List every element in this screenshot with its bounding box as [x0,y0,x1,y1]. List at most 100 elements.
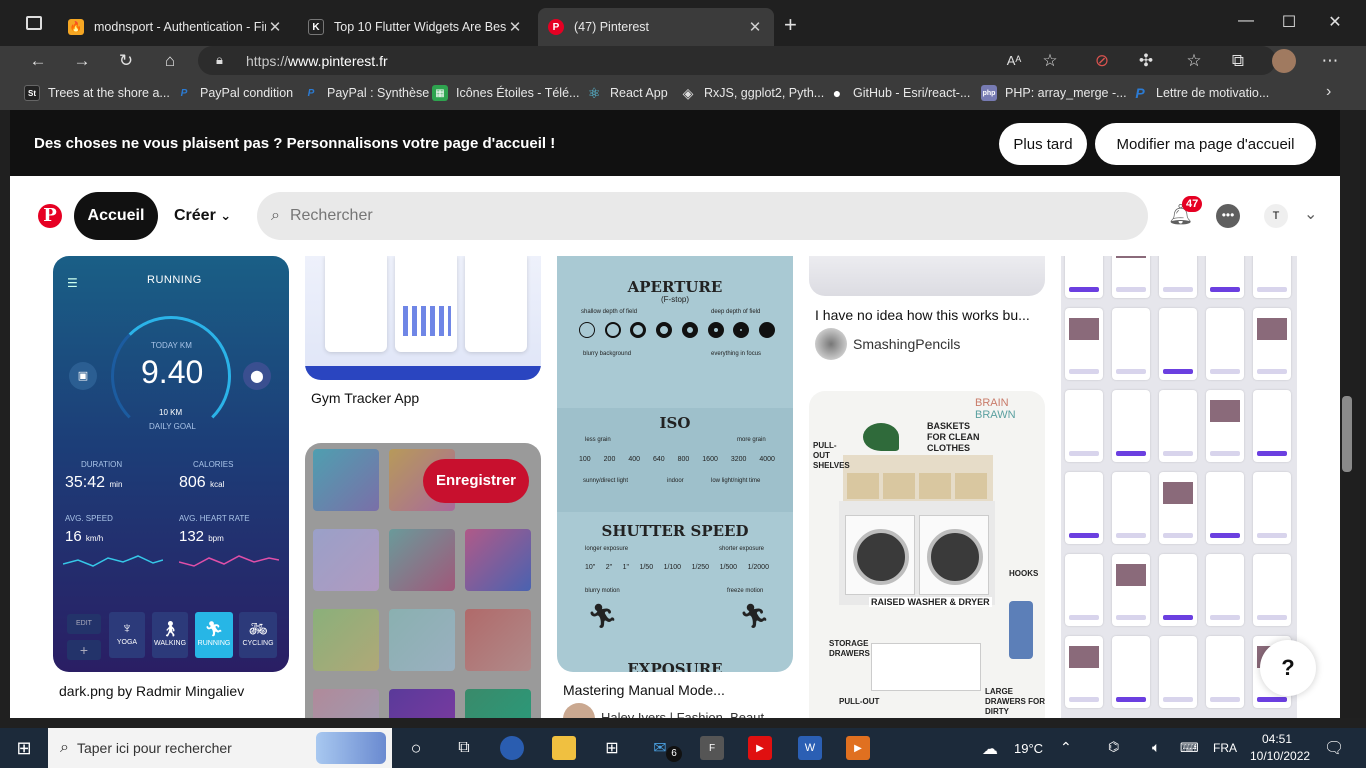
close-tab-icon[interactable]: ✕ [746,18,764,36]
cortana-icon[interactable]: ○ [404,736,428,760]
maximize-icon[interactable]: ☐ [1279,12,1299,32]
menu-icon: ☰ [67,276,78,290]
lock-icon[interactable]: 🔒︎ [216,52,223,68]
pin-smashing-title[interactable]: I have no idea how this works bu... [815,307,1030,323]
uikit-screen-button [1163,697,1193,702]
notification-count-badge: 47 [1182,196,1203,212]
more-menu-icon[interactable]: ⋯ [1316,50,1344,72]
uikit-screen-photo [1069,646,1099,668]
gym-phone-1 [325,256,387,352]
pin-smashing-author[interactable]: SmashingPencils [853,336,960,352]
user-avatar[interactable]: T [1264,204,1288,228]
close-tab-icon[interactable]: ✕ [266,18,284,36]
close-window-icon[interactable]: ✕ [1325,12,1345,32]
uikit-screen-button [1069,697,1099,702]
read-aloud-icon[interactable]: Aᴬ [1000,50,1028,72]
pin-photo-author[interactable]: Haley Ivers | Fashion, Beaut... [601,710,775,718]
pinterest-logo-icon[interactable]: P [38,204,62,228]
extensions-icon[interactable]: ✣ [1132,50,1160,72]
bookmark-item[interactable]: ● GitHub - Esri/react-... [829,84,971,102]
volume-icon[interactable]: 🔈︎ [1152,739,1160,756]
new-tab-icon[interactable]: + [784,12,797,38]
taskbar-search-input[interactable]: ⌕ Taper ici pour rechercher [48,728,392,768]
pin-running-title[interactable]: dark.png by Radmir Mingaliev [59,683,244,699]
blocked-extension-icon[interactable]: ⊘ [1088,50,1116,72]
edit-home-button[interactable]: Modifier ma page d'accueil [1095,123,1316,165]
search-input[interactable]: ⌕ Rechercher [257,192,1148,240]
tab-actions-icon[interactable] [26,16,42,30]
pin-photo-image[interactable]: APERTURE (F-stop) shallow depth of field… [557,256,793,672]
uikit-screen-button [1210,451,1240,456]
create-menu[interactable]: Créer ⌄ [174,207,231,225]
word-icon[interactable]: W [798,736,822,760]
messages-icon[interactable]: ••• [1216,204,1240,228]
all-focus-label: everything in focus [711,351,762,357]
tab-pinterest[interactable]: P (47) Pinterest ✕ [538,8,774,46]
collections-icon[interactable]: ⧉ [1224,50,1252,72]
bookmark-label: RxJS, ggplot2, Pyth... [704,86,825,100]
smashing-author-avatar[interactable] [815,328,847,360]
media-player-icon[interactable]: ▶ [846,736,870,760]
pin-laundry-image[interactable]: BRAIN BRAWN BASKETS FOR CLEAN CLOTHES PU… [809,391,1045,718]
profile-avatar[interactable] [1272,49,1296,73]
file-explorer-icon[interactable] [552,736,576,760]
bookmark-item[interactable]: ⚛ React App [586,84,668,102]
task-view-icon[interactable]: ⧉ [452,736,476,760]
edge-icon[interactable] [500,736,524,760]
clock-date[interactable]: 10/10/2022 [1250,749,1310,763]
minimize-icon[interactable]: — [1236,12,1256,30]
keyboard-icon[interactable]: ⌨ [1180,740,1199,756]
iso-value: 640 [652,456,665,463]
notification-center-icon[interactable]: 🗨︎ [1324,738,1344,758]
save-pin-button[interactable]: Enregistrer [423,459,529,503]
tray-chevron-icon[interactable]: ⌃ [1060,739,1072,756]
uikit-screen [1065,472,1103,544]
home-button[interactable]: Accueil [74,192,158,240]
language-indicator[interactable]: FRA [1213,741,1237,755]
uikit-screen-button [1163,615,1193,620]
photo-author-avatar[interactable] [563,703,595,718]
bookmark-item[interactable]: P PayPal condition [176,84,293,102]
bookmarks-bar: St Trees at the shore a... P PayPal condit… [0,76,1366,110]
windows-start-icon[interactable]: ⊞ [12,736,36,760]
pin-gym-image[interactable] [305,256,541,380]
bookmark-item[interactable]: St Trees at the shore a... [24,84,170,102]
favorite-add-icon[interactable]: ☆ [1036,50,1064,72]
app-f-icon[interactable]: F [700,736,724,760]
weather-icon[interactable]: ☁ [982,739,998,759]
refresh-icon[interactable]: ↻ [112,50,140,72]
bookmark-item[interactable]: ◈ RxJS, ggplot2, Pyth... [680,84,825,102]
forward-icon[interactable]: → [68,50,96,72]
pin-uikit-image[interactable] [1061,256,1297,718]
help-button[interactable]: ? [1260,640,1316,696]
tab-firebase[interactable]: 🔥 modnsport - Authentication - Fir ✕ [58,8,294,46]
store-icon[interactable]: ⊞ [600,736,624,760]
bookmark-item[interactable]: P PayPal : Synthèse [303,84,430,102]
chevron-right-icon[interactable]: › [1326,83,1331,101]
pin-running-image[interactable]: ☰ RUNNING TODAY KM 9.40 10 KM DAILY GOAL… [53,256,289,672]
favorites-icon[interactable]: ☆ [1180,50,1208,72]
account-chevron-down-icon[interactable]: ⌄ [1304,204,1317,224]
home-icon[interactable]: ⌂ [156,50,184,72]
weather-temp[interactable]: 19°C [1014,741,1043,756]
pin-gym-title[interactable]: Gym Tracker App [311,390,419,406]
clock-time[interactable]: 04:51 [1262,732,1292,746]
windows-taskbar: ⊞ ⌕ Taper ici pour rechercher ○ ⧉ ⊞ ✉ 6 … [0,728,1366,768]
bookmark-item[interactable]: ▦ Icônes Étoiles - Télé... [432,84,579,102]
network-icon[interactable]: ⌬ [1108,739,1119,755]
pin-smashing-image[interactable] [809,256,1045,296]
youtube-icon[interactable]: ▶ [748,736,772,760]
uikit-screens-grid [1065,256,1293,718]
pin-photo-title[interactable]: Mastering Manual Mode... [563,682,725,698]
bookmark-item[interactable]: P Lettre de motivatio... [1132,84,1269,102]
page-scrollbar-thumb[interactable] [1342,396,1352,472]
tab-flutter[interactable]: K Top 10 Flutter Widgets Are Best ✕ [298,8,534,46]
uikit-screen-button [1163,533,1193,538]
later-button[interactable]: Plus tard [999,123,1087,165]
bookmark-item[interactable]: php PHP: array_merge -... [981,84,1127,102]
today-label: TODAY KM [151,341,192,350]
uikit-screen-button [1069,451,1099,456]
back-icon[interactable]: ← [24,50,52,72]
close-tab-icon[interactable]: ✕ [506,18,524,36]
tab-title: Top 10 Flutter Widgets Are Best [334,20,506,34]
